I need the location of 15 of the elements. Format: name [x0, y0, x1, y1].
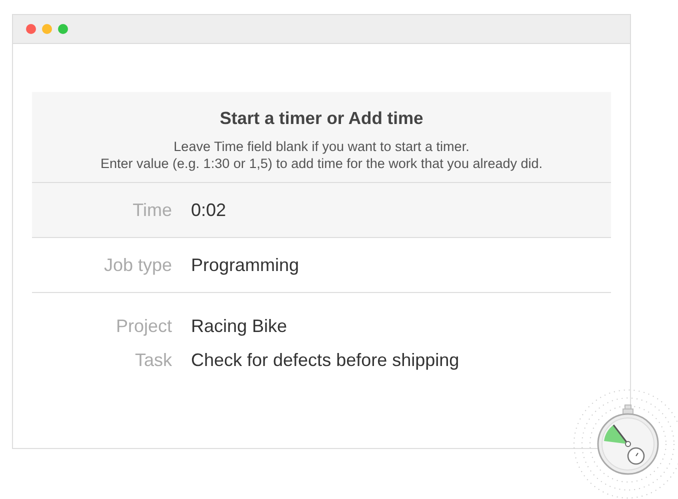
field-label: Job type	[102, 254, 173, 276]
field-label: Task	[134, 350, 173, 370]
field-value[interactable]: Check for defects before shipping	[191, 350, 460, 370]
window-control[interactable]	[26, 24, 36, 34]
time-field[interactable]: Time 0:02	[32, 183, 611, 238]
dialog-title: Start a timer or Add time	[218, 108, 424, 129]
field-label: Time	[132, 200, 173, 220]
field-value[interactable]: 0:02	[191, 200, 226, 220]
field-value[interactable]: Racing Bike	[191, 316, 288, 336]
hint-text: Enter value (e.g. 1:30 or 1,5) to add time for the work that you already did.	[100, 155, 544, 172]
window-control[interactable]	[42, 24, 52, 34]
field-value[interactable]: Programming	[191, 254, 300, 276]
window-control[interactable]	[58, 24, 68, 34]
field-label: Project	[114, 316, 173, 336]
hint-text: Leave Time field blank if you want to start a timer.	[172, 138, 470, 155]
